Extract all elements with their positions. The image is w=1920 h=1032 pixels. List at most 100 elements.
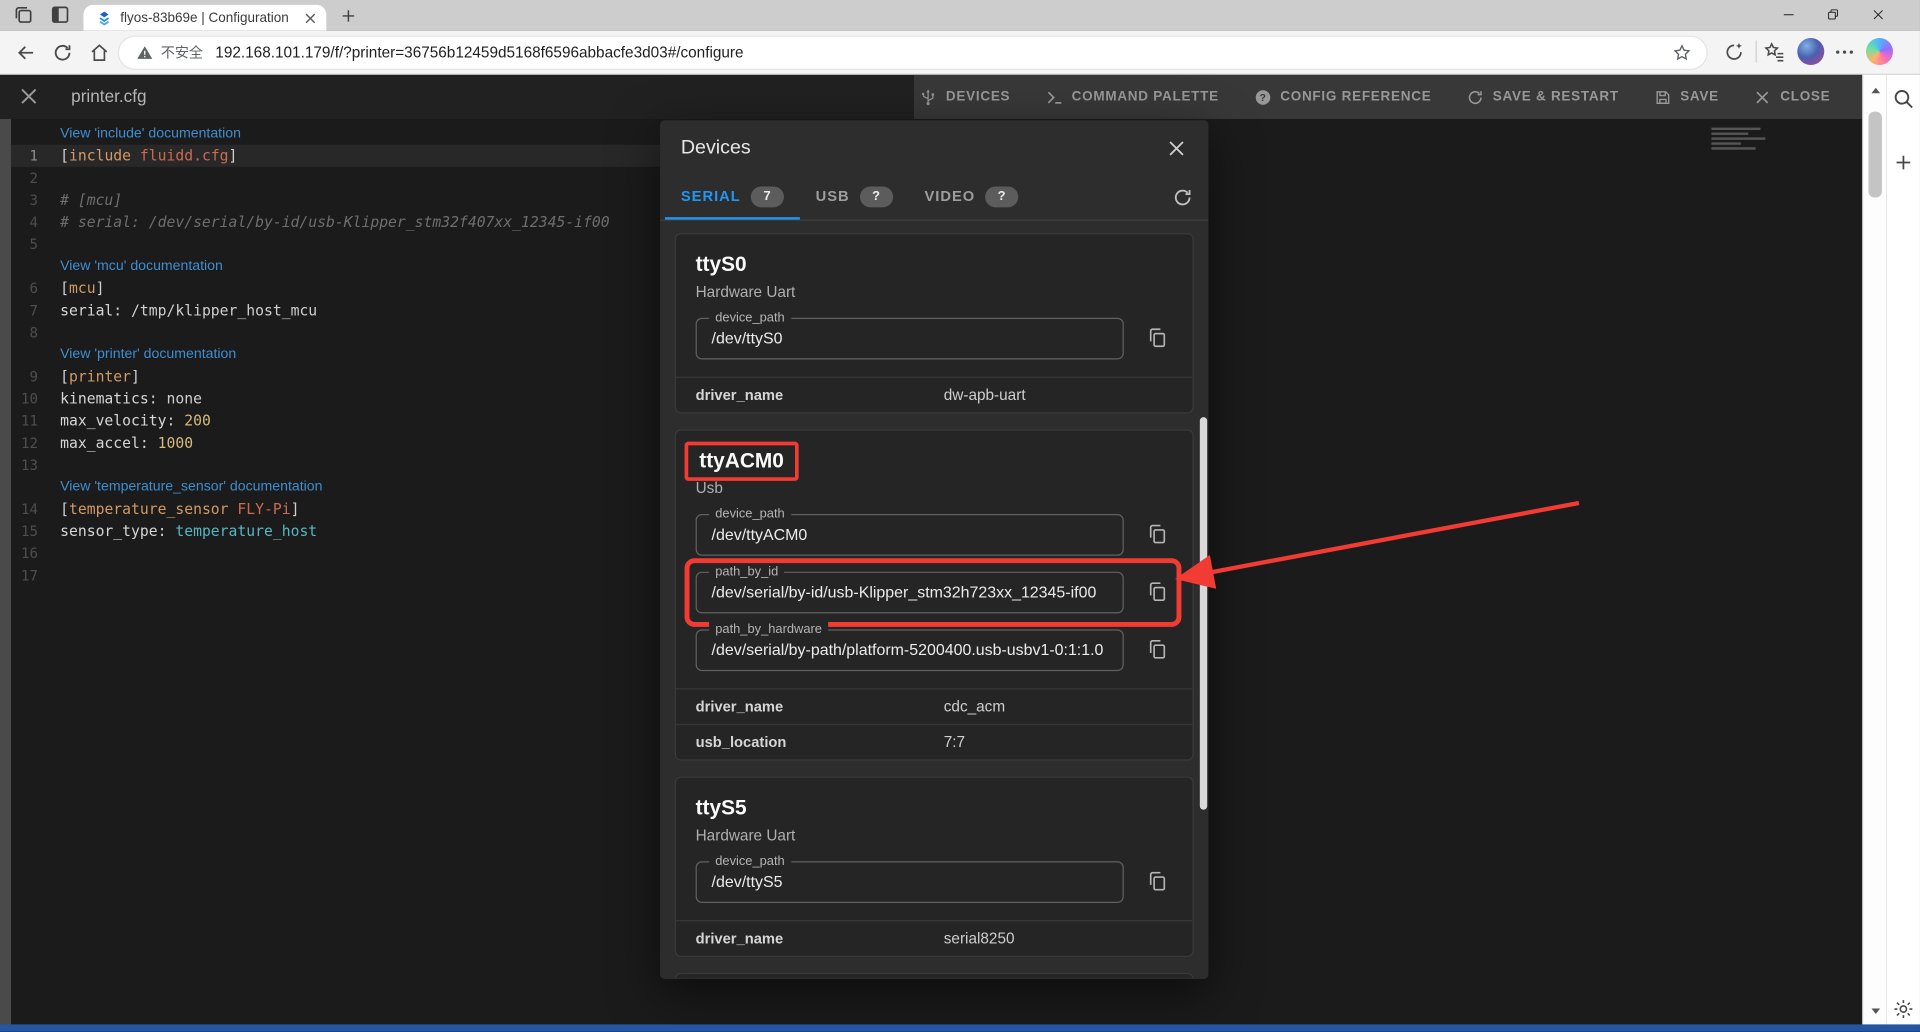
copy-icon — [1145, 580, 1168, 603]
doc-link[interactable]: View 'printer' documentation — [60, 344, 236, 366]
devices-button[interactable]: DEVICES — [907, 80, 1023, 113]
window-close-button[interactable] — [1860, 2, 1897, 27]
tab-search-icon[interactable] — [49, 4, 71, 26]
scroll-up-icon[interactable] — [1868, 82, 1883, 97]
sidebar-settings-icon[interactable] — [1892, 997, 1915, 1020]
text-field[interactable]: path_by_hardware/dev/serial/by-path/plat… — [696, 629, 1124, 671]
window-restore-button[interactable] — [1814, 2, 1851, 27]
tab-close-icon[interactable] — [302, 9, 319, 26]
copilot-icon[interactable] — [1866, 38, 1893, 65]
editor-minimap — [1711, 125, 1775, 159]
dialog-scrollbar-thumb[interactable] — [1200, 417, 1207, 810]
text-field[interactable]: device_path/dev/ttyS5 — [696, 861, 1124, 903]
window-minimize-button[interactable] — [1770, 2, 1807, 27]
config-reference-button[interactable]: ?CONFIG REFERENCE — [1241, 80, 1444, 113]
scroll-down-icon[interactable] — [1868, 1002, 1883, 1017]
reload-icon[interactable] — [52, 42, 74, 64]
refresh-icon[interactable] — [1172, 186, 1194, 208]
address-bar[interactable]: 不安全 192.168.101.179/f/?printer=36756b124… — [118, 36, 1708, 70]
line-number — [11, 255, 60, 277]
copy-button[interactable] — [1141, 520, 1173, 552]
restart-icon — [1466, 88, 1484, 106]
field-device_path: device_path/dev/ttyS5 — [696, 861, 1173, 903]
close-icon — [1753, 88, 1771, 106]
command-palette-button[interactable]: COMMAND PALETTE — [1032, 80, 1231, 113]
editor-left-strip — [0, 119, 11, 1026]
close-button[interactable]: CLOSE — [1741, 80, 1843, 113]
device-card-ttys5: ttyS5Hardware Uartdevice_path/dev/ttyS5d… — [675, 777, 1194, 957]
browser-tab[interactable]: flyos-83b69e | Configuration — [83, 5, 326, 31]
workspaces-icon[interactable] — [12, 4, 34, 26]
sidebar-add-icon[interactable] — [1892, 151, 1915, 174]
line-number: 13 — [11, 454, 60, 476]
filename-title: printer.cfg — [71, 86, 146, 106]
device-name: ttyS5 — [696, 795, 747, 822]
terminal-icon — [1045, 88, 1063, 106]
profile-avatar[interactable] — [1797, 38, 1824, 65]
copy-icon — [1145, 326, 1168, 349]
text-field[interactable]: device_path/dev/ttyS0 — [696, 318, 1124, 360]
tab-serial[interactable]: SERIAL7 — [665, 175, 800, 219]
property-value: cdc_acm — [944, 698, 1005, 715]
svg-text:?: ? — [1259, 92, 1266, 103]
not-secure-warning-icon[interactable] — [136, 44, 153, 61]
tab-label: USB — [816, 188, 850, 205]
copy-icon — [1145, 523, 1168, 546]
tab-video[interactable]: VIDEO? — [909, 175, 1035, 219]
scrollbar-thumb[interactable] — [1868, 112, 1881, 198]
favorites-icon[interactable] — [1763, 40, 1786, 63]
screen: flyos-83b69e | Configuration — [0, 0, 1920, 1032]
help-icon: ? — [1253, 88, 1271, 106]
device-type: Hardware Uart — [696, 283, 1173, 301]
device-type: Hardware Uart — [696, 827, 1173, 845]
button-label: DEVICES — [946, 90, 1010, 105]
copy-button[interactable] — [1141, 867, 1173, 899]
doc-link[interactable]: View 'temperature_sensor' documentation — [60, 476, 322, 498]
tab-usb[interactable]: USB? — [800, 175, 909, 219]
text-field[interactable]: device_path/dev/ttyACM0 — [696, 514, 1124, 556]
doc-link[interactable]: View 'include' documentation — [60, 123, 241, 145]
doc-link[interactable]: View 'mcu' documentation — [60, 255, 223, 277]
home-icon[interactable] — [88, 42, 110, 64]
browser-essentials-icon[interactable] — [1722, 40, 1745, 63]
line-number: 17 — [11, 564, 60, 586]
copy-button[interactable] — [1141, 578, 1173, 610]
field-label: device_path — [709, 507, 791, 523]
config-editor-header: printer.cfg DEVICES COMMAND PALETTE ?CONFI… — [0, 75, 1862, 119]
device-name: ttyS0 — [696, 251, 747, 278]
copy-button[interactable] — [1141, 324, 1173, 356]
dialog-close-icon[interactable] — [1165, 137, 1187, 159]
button-label: COMMAND PALETTE — [1072, 90, 1219, 105]
editor-close-icon[interactable] — [17, 85, 40, 108]
tab-count-badge: ? — [985, 186, 1018, 207]
property-row-usb_location: usb_location7:7 — [676, 724, 1192, 760]
bookmark-star-icon[interactable] — [1672, 43, 1692, 63]
tab-label: VIDEO — [924, 188, 975, 205]
code-text: serial: /tmp/klipper_host_mcu — [60, 299, 317, 321]
back-icon[interactable] — [15, 42, 37, 64]
device-card-ttyacm0: ttyACM0Usbdevice_path/dev/ttyACM0path_by… — [675, 429, 1194, 760]
save-button[interactable]: SAVE — [1641, 80, 1731, 113]
line-number: 7 — [11, 299, 60, 321]
code-text: [printer] — [60, 366, 140, 388]
save-restart-button[interactable]: SAVE & RESTART — [1454, 80, 1632, 113]
new-tab-button[interactable] — [339, 6, 359, 26]
property-value: dw-apb-uart — [944, 386, 1026, 403]
browser-scrollbar[interactable] — [1862, 75, 1887, 1026]
code-text: # [mcu] — [60, 189, 122, 211]
field-label: path_by_hardware — [709, 622, 828, 638]
device-card-ttys2: ttyS2 — [675, 973, 1194, 978]
more-menu-icon[interactable] — [1833, 40, 1856, 63]
text-field[interactable]: path_by_id/dev/serial/by-id/usb-Klipper_… — [696, 572, 1124, 614]
field-label: path_by_id — [709, 564, 784, 580]
sidebar-search-icon[interactable] — [1892, 87, 1915, 110]
code-text: [temperature_sensor FLY-Pi] — [60, 498, 299, 520]
code-text: max_accel: 1000 — [60, 432, 193, 454]
url-text[interactable]: 192.168.101.179/f/?printer=36756b12459d5… — [215, 44, 1672, 61]
browser-tab-strip: flyos-83b69e | Configuration — [0, 0, 1920, 31]
copy-icon — [1145, 870, 1168, 893]
security-label[interactable]: 不安全 — [161, 43, 203, 63]
line-number — [11, 123, 60, 145]
copy-button[interactable] — [1141, 635, 1173, 667]
field-label: device_path — [709, 310, 791, 326]
